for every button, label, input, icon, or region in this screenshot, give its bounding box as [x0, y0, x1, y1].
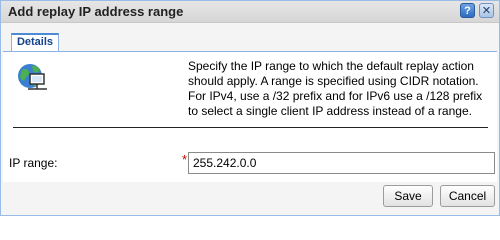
- required-marker: *: [182, 152, 188, 167]
- save-button[interactable]: Save: [383, 185, 433, 207]
- dialog-titlebar[interactable]: Add replay IP address range ? ✕: [1, 1, 499, 23]
- details-panel: Specify the IP range to which the defaul…: [3, 51, 497, 182]
- tab-details[interactable]: Details: [11, 33, 59, 51]
- globe-network-icon: [18, 64, 47, 90]
- details-description: Specify the IP range to which the defaul…: [188, 59, 483, 118]
- add-replay-ip-range-dialog: Add replay IP address range ? ✕ Details …: [0, 0, 500, 216]
- dialog-title: Add replay IP address range: [8, 4, 184, 19]
- help-icon[interactable]: ?: [460, 3, 475, 18]
- separator-line: [13, 127, 488, 128]
- dialog-footer: Save Cancel: [1, 183, 499, 215]
- cancel-button[interactable]: Cancel: [440, 185, 495, 207]
- ip-range-input[interactable]: [188, 152, 495, 174]
- ip-range-label: IP range:: [9, 156, 58, 170]
- tab-strip: Details: [1, 23, 499, 51]
- close-icon[interactable]: ✕: [479, 3, 494, 18]
